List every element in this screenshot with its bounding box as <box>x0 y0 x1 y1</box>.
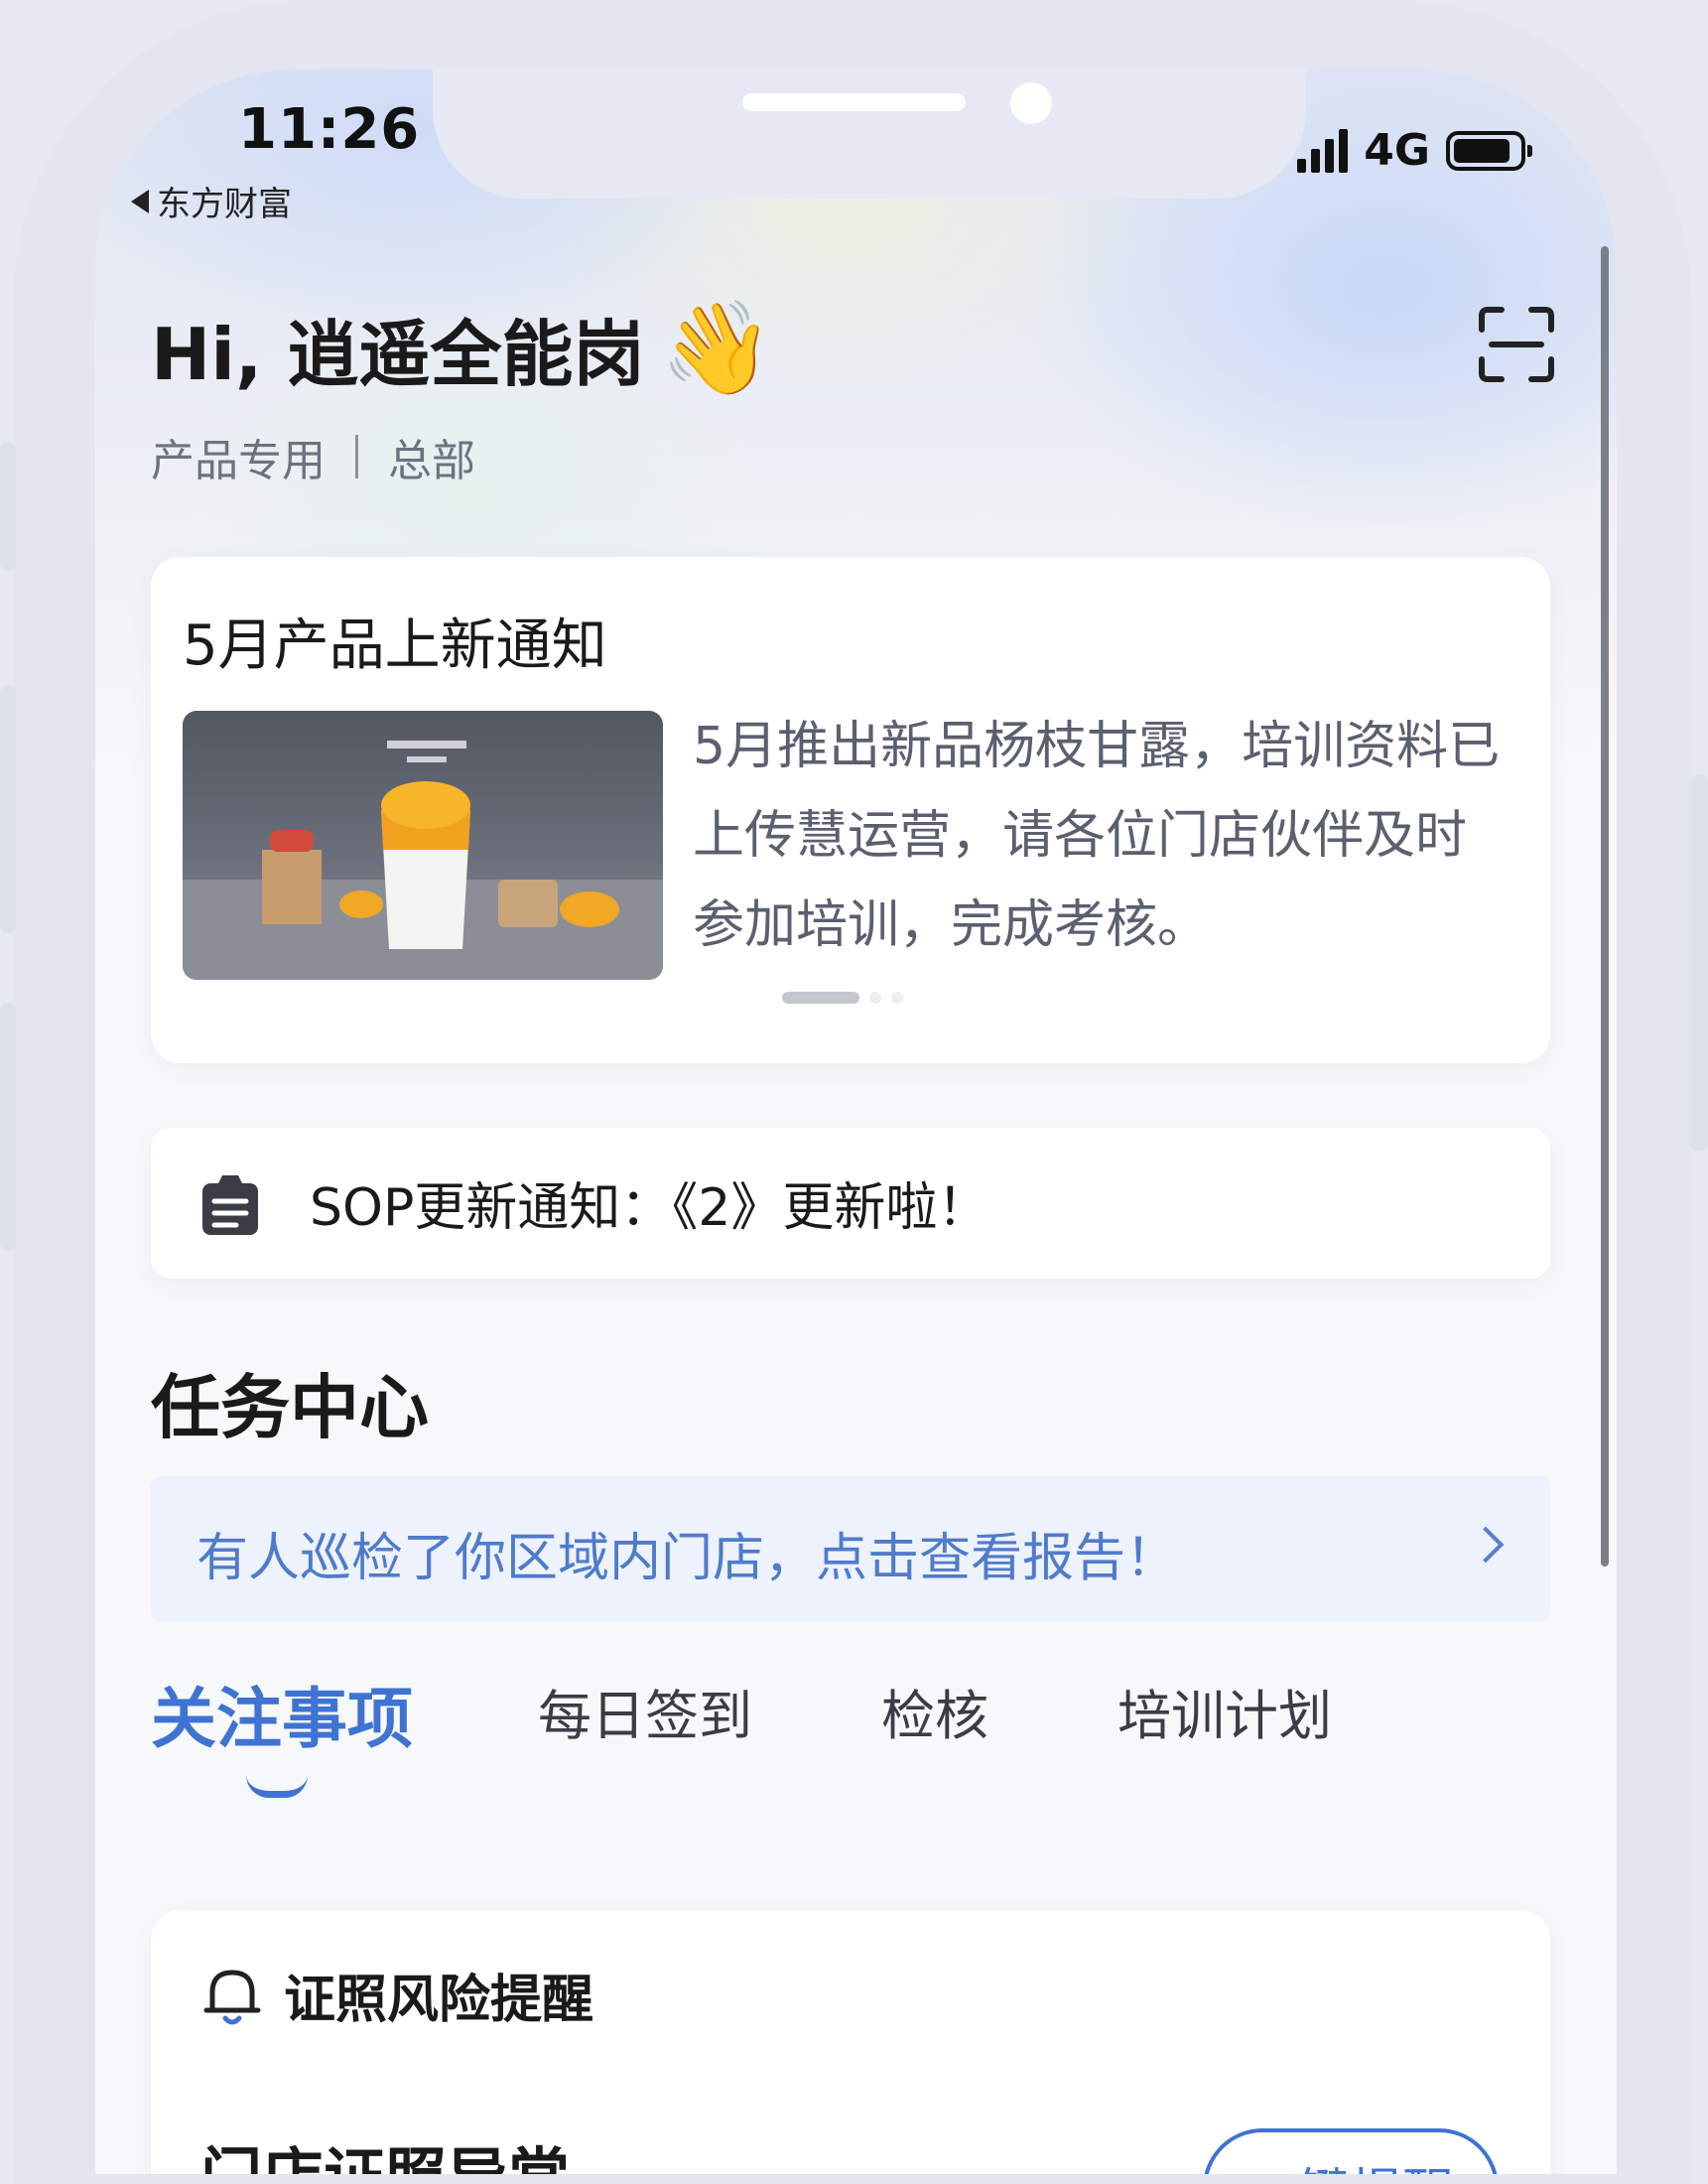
tab-daily-checkin[interactable]: 每日签到 <box>538 1672 752 1750</box>
speaker <box>742 93 966 111</box>
notice-title: 5月产品上新通知 <box>183 614 607 678</box>
front-camera <box>1010 82 1052 124</box>
active-tab-indicator <box>246 1775 308 1798</box>
carousel-dot-active[interactable] <box>782 992 859 1004</box>
bell-icon <box>203 1970 261 2024</box>
tab-inspection[interactable]: 检核 <box>881 1672 988 1750</box>
battery-icon <box>1446 130 1532 171</box>
license-risk-card: 证照风险提醒 门店证照异常 一键提醒 <box>151 1910 1550 2174</box>
product-image <box>183 711 663 980</box>
phone-side-button-1 <box>0 442 16 571</box>
carousel-dot[interactable] <box>891 992 903 1004</box>
sop-notice-bar[interactable]: SOP更新通知：《2》更新啦！ <box>151 1128 1550 1279</box>
status-time: 11:26 <box>238 97 421 162</box>
carousel-pagination[interactable] <box>782 992 903 1004</box>
phone-side-button-4 <box>1690 774 1708 1152</box>
greeting-heading: Hi, 逍遥全能岗 👋 <box>151 296 774 400</box>
cellular-signal-icon <box>1297 128 1349 173</box>
tab-training-plan[interactable]: 培训计划 <box>1117 1672 1332 1750</box>
back-app-label: 东方财富 <box>157 185 292 224</box>
scan-icon <box>1479 307 1554 382</box>
status-indicators: 4G <box>1297 125 1532 176</box>
license-risk-title: 证照风险提醒 <box>284 1971 594 2030</box>
notice-body: 5月推出新品杨枝甘露，培训资料已上传慧运营，请各位门店伙伴及时参加培训，完成考核… <box>693 717 1501 955</box>
store-license-abnormal-label: 门店证照异常 <box>200 2126 570 2174</box>
wave-emoji: 👋 <box>660 294 774 401</box>
task-center-title: 任务中心 <box>151 1367 429 1448</box>
back-arrow-icon <box>131 189 149 213</box>
scan-button[interactable] <box>1476 304 1557 385</box>
back-to-app-link[interactable]: 东方财富 <box>131 177 292 225</box>
department-label: 总部 <box>388 436 475 486</box>
inspection-report-banner[interactable]: 有人巡检了你区域内门店，点击查看报告！ <box>151 1476 1550 1621</box>
chevron-right-icon <box>1467 1526 1505 1564</box>
product-notice-card[interactable]: 5月产品上新通知 5月推出新品杨枝甘露，培训资料已上传慧运营，请各位门店伙伴及时… <box>151 557 1550 1063</box>
task-tabs: 关注事项 每日签到 检核 培训计划 <box>151 1672 1550 1801</box>
clipboard-icon <box>202 1175 258 1235</box>
phone-side-button-2 <box>0 685 16 933</box>
scrollbar[interactable] <box>1601 246 1609 1567</box>
phone-screen: 11:26 东方财富 4G Hi, 逍遥全能岗 👋 产品专用 总部 5月产品上新… <box>95 69 1617 2174</box>
tab-focus-items[interactable]: 关注事项 <box>151 1666 413 1761</box>
carousel-dot[interactable] <box>869 992 881 1004</box>
divider <box>355 435 358 478</box>
sop-notice-text: SOP更新通知：《2》更新啦！ <box>310 1178 989 1238</box>
notch <box>433 69 1306 199</box>
network-type: 4G <box>1364 125 1430 176</box>
role-label: 产品专用 <box>151 436 326 486</box>
user-subtitle: 产品专用 总部 <box>151 425 475 488</box>
license-risk-header: 证照风险提醒 <box>202 1958 593 2032</box>
inspection-report-text: 有人巡检了你区域内门店，点击查看报告！ <box>197 1529 1178 1588</box>
greeting-text: Hi, 逍遥全能岗 <box>151 313 645 396</box>
phone-side-button-3 <box>0 1003 16 1251</box>
